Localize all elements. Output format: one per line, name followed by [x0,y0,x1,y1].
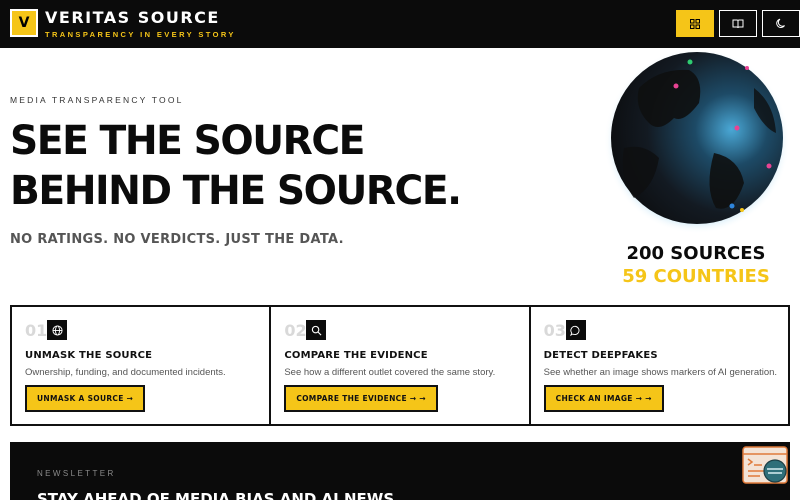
hero-eyebrow: MEDIA TRANSPARENCY TOOL [10,95,184,105]
moon-icon [775,18,785,28]
globe-marker[interactable] [745,66,749,70]
top-header: V VERITAS SOURCE TRANSPARENCY IN EVERY S… [0,0,800,48]
newsletter-label: NEWSLETTER [37,469,116,478]
unmask-source-button[interactable]: UNMASK A SOURCE → [25,385,146,412]
newsletter-section: NEWSLETTER STAY AHEAD OF MEDIA BIAS AND … [10,442,790,500]
check-image-button[interactable]: CHECK AN IMAGE → → [543,385,664,412]
card-title: DETECT DEEPFAKES [543,350,658,361]
card-icon-box [306,320,327,340]
card-title: UNMASK THE SOURCE [25,350,153,361]
globe-marker[interactable] [734,125,740,131]
chat-bubble-icon [570,325,580,336]
globe-marker[interactable] [673,83,679,89]
sources-globe[interactable] [604,48,790,234]
card-number: 03 [543,321,566,340]
card-title: COMPARE THE EVIDENCE [284,350,428,361]
compare-evidence-button[interactable]: COMPARE THE EVIDENCE → → [284,385,438,412]
feature-card-deepfakes: 03 DETECT DEEPFAKES See whether an image… [531,307,788,424]
card-number: 01 [25,321,48,340]
sources-count: 200 SOURCES [626,243,766,264]
brand-tagline: TRANSPARENCY IN EVERY STORY [45,30,236,39]
hero-subtitle: NO RATINGS. NO VERDICTS. JUST THE DATA. [10,232,344,247]
globe-marker[interactable] [740,208,744,212]
newsletter-title: STAY AHEAD OF MEDIA BIAS AND AI NEWS [37,490,395,500]
globe-marker[interactable] [687,59,693,65]
book-icon [732,19,744,28]
card-icon-box [47,320,67,340]
card-number: 02 [284,321,307,340]
brand-title[interactable]: VERITAS SOURCE [45,9,220,27]
search-icon [311,325,322,335]
floating-terminal-widget[interactable] [742,446,790,486]
card-description: See whether an image shows markers of AI… [543,367,778,378]
card-icon-box [565,320,586,340]
feature-cards: 01 UNMASK THE SOURCE Ownership, funding,… [10,305,790,426]
globe-illustration [604,48,790,234]
hero-title: SEE THE SOURCE BEHIND THE SOURCE. [10,118,462,214]
card-description: Ownership, funding, and documented incid… [25,367,226,378]
terminal-icon [742,446,788,484]
reader-button[interactable] [719,10,757,37]
globe-icon [51,324,63,336]
countries-count: 59 COUNTRIES [622,266,770,287]
theme-toggle-button[interactable] [762,10,800,37]
grid-view-button[interactable] [676,10,714,37]
globe-marker[interactable] [766,163,772,169]
feature-card-compare: 02 COMPARE THE EVIDENCE See how a differ… [271,307,531,424]
card-description: See how a different outlet covered the s… [284,367,496,378]
logo-mark[interactable]: V [10,9,38,37]
feature-card-unmask: 01 UNMASK THE SOURCE Ownership, funding,… [12,307,272,424]
grid-icon [690,18,700,29]
globe-marker[interactable] [729,203,735,209]
